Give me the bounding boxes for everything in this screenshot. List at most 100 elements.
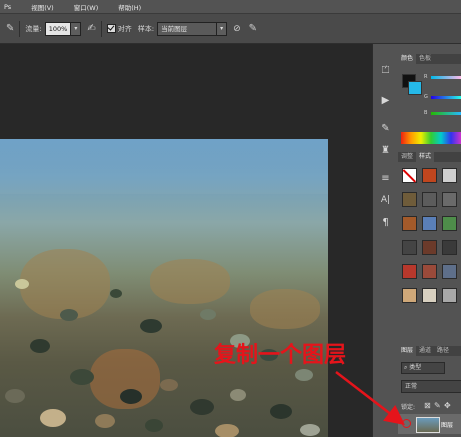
sample-select[interactable]: 当前图层 (157, 21, 218, 36)
style-swatch[interactable] (402, 240, 417, 255)
style-swatch[interactable] (422, 288, 437, 303)
green-label: G (424, 94, 428, 100)
style-swatch[interactable] (422, 216, 437, 231)
character-icon[interactable]: A| (379, 194, 392, 207)
style-swatch[interactable] (422, 168, 437, 183)
pebble (70, 369, 94, 385)
styles-panel-tabs: 调整 样式 (398, 152, 461, 162)
style-swatch[interactable] (442, 264, 457, 279)
style-swatch[interactable] (402, 264, 417, 279)
style-swatch[interactable] (442, 240, 457, 255)
align-checkbox[interactable] (106, 24, 116, 33)
style-swatch[interactable] (402, 216, 417, 231)
color-spectrum[interactable] (401, 132, 461, 144)
layer-name: 图层 (441, 422, 454, 429)
sand-patch (250, 289, 320, 329)
blend-mode-select[interactable]: 正常 (401, 380, 461, 393)
green-slider[interactable] (431, 96, 461, 99)
menu-item-ps[interactable]: Ps (4, 3, 11, 11)
sample-dropdown[interactable]: ▾ (217, 21, 228, 36)
lock-move-icon[interactable]: ✥ (444, 401, 451, 410)
menu-item-view[interactable]: 视图(V) (31, 2, 54, 12)
lock-position-icon[interactable]: ✎ (434, 401, 441, 410)
pressure-icon[interactable]: ✎ (249, 23, 257, 34)
airbrush-icon[interactable]: ✍ (87, 23, 95, 34)
menu-item-window[interactable]: 窗口(W) (74, 2, 99, 12)
pebble (110, 289, 122, 298)
annotation-text: 复制一个图层 (214, 343, 347, 368)
panel-tool-strip: ⏍ ▶ ✎ ♜ ≡ A| ¶ (372, 44, 399, 437)
style-none[interactable] (402, 168, 417, 183)
tab-swatches[interactable]: 色板 (416, 54, 434, 64)
red-slider[interactable] (431, 76, 461, 79)
lock-pixels-icon[interactable]: ⊠ (424, 401, 431, 410)
pebble (215, 424, 239, 437)
divider (100, 20, 102, 37)
pebble (120, 389, 142, 404)
red-label: R (424, 74, 428, 80)
pebble (200, 309, 216, 320)
background-color-swatch[interactable] (408, 81, 422, 95)
pebble (230, 389, 246, 401)
tab-styles[interactable]: 样式 (416, 152, 435, 162)
actions-icon[interactable]: ▶ (379, 94, 392, 107)
style-swatch[interactable] (442, 288, 457, 303)
water-surface (0, 139, 328, 194)
style-swatch[interactable] (442, 192, 457, 207)
layer-filter-select[interactable]: ⌕ 类型 (401, 362, 445, 374)
pebble (295, 369, 313, 381)
document-area (0, 44, 372, 437)
style-swatch[interactable] (422, 264, 437, 279)
style-swatch[interactable] (422, 192, 437, 207)
ignore-adjustment-icon[interactable]: ⊘ (233, 24, 241, 34)
paragraph-icon[interactable]: ¶ (379, 216, 392, 229)
pebble (30, 339, 50, 353)
pebble (160, 379, 178, 391)
pebble (190, 399, 214, 415)
style-swatch[interactable] (422, 240, 437, 255)
pebble (95, 414, 115, 428)
opacity-dropdown[interactable]: ▾ (71, 21, 82, 36)
tab-layers[interactable]: 图层 (398, 346, 417, 356)
style-swatch[interactable] (402, 288, 417, 303)
blue-slider[interactable] (431, 112, 461, 115)
pebble (60, 309, 78, 321)
right-panels: 颜色 色板 R G B 调整 样式 图层 通道 路径 ⌕ 类型 正常 锁定: ⊠… (398, 44, 461, 437)
lock-label: 锁定: (401, 404, 416, 411)
pebble (5, 389, 25, 403)
properties-icon[interactable]: ≡ (379, 172, 392, 185)
align-label: 对齐 (117, 24, 132, 33)
clone-source-icon[interactable]: ♜ (379, 144, 392, 157)
sample-label: 样本: (137, 24, 155, 33)
visibility-eye-icon[interactable] (402, 419, 411, 428)
tab-channels[interactable]: 通道 (416, 346, 434, 356)
pebble (15, 279, 29, 289)
layer-filter-label: 类型 (409, 364, 422, 371)
color-panel-tabs: 颜色 色板 (398, 54, 461, 64)
brush-icon[interactable]: ✎ (6, 23, 14, 34)
image-canvas[interactable] (0, 139, 328, 437)
pebble (140, 319, 162, 333)
pebble (145, 419, 163, 432)
tab-adjustments[interactable]: 调整 (398, 152, 416, 162)
tab-paths[interactable]: 路径 (434, 346, 452, 356)
layer-thumbnail (416, 417, 440, 433)
menu-item-help[interactable]: 帮助(H) (118, 2, 141, 12)
blue-label: B (424, 110, 428, 116)
tab-color[interactable]: 颜色 (398, 54, 417, 64)
history-icon[interactable]: ⏍ (379, 64, 392, 77)
opacity-field[interactable]: 100% (44, 21, 72, 36)
brush-preset-icon[interactable]: ✎ (379, 122, 392, 135)
search-icon: ⌕ (404, 364, 408, 371)
style-swatch[interactable] (442, 216, 457, 231)
menu-bar: Ps 视图(V) 窗口(W) 帮助(H) (0, 0, 461, 14)
opacity-label: 流量: (25, 24, 42, 33)
blend-mode-label: 正常 (405, 383, 418, 390)
layers-panel-tabs: 图层 通道 路径 (398, 346, 461, 356)
pebble (40, 409, 66, 427)
layer-row[interactable]: 图层 (398, 414, 461, 434)
style-swatch[interactable] (442, 168, 457, 183)
pebble (300, 424, 320, 436)
divider (19, 20, 21, 37)
style-swatch[interactable] (402, 192, 417, 207)
